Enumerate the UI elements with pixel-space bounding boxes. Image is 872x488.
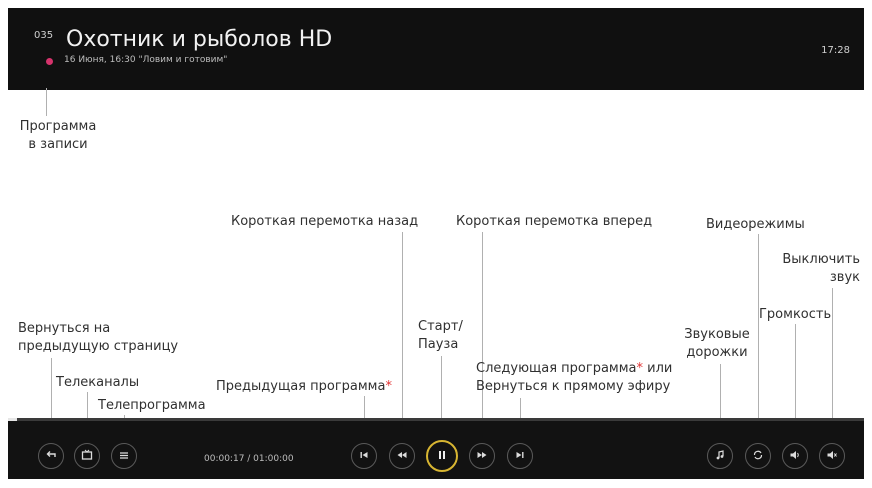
leader-line-rewind (402, 232, 403, 426)
annotation-audio-tracks: Звуковые дорожки (682, 326, 752, 362)
rewind-button[interactable] (389, 443, 415, 469)
mute-button[interactable] (819, 443, 845, 469)
clock: 17:28 (821, 45, 850, 56)
audio-track-icon (714, 449, 726, 464)
annotation-recorded-line2: в записи (28, 137, 88, 152)
channel-number: 035 (34, 30, 54, 41)
annotation-play-pause: Старт/ Пауза (418, 318, 463, 354)
progress-bar[interactable] (8, 418, 864, 421)
prev-program-button[interactable] (351, 443, 377, 469)
annotation-audio-line2: дорожки (686, 345, 748, 360)
channels-button[interactable] (74, 443, 100, 469)
annotation-next-program-line2: Вернуться к прямому эфиру (476, 379, 671, 394)
forward-button[interactable] (469, 443, 495, 469)
annotation-play-pause-line2: Пауза (418, 337, 459, 352)
annotation-volume: Громкость (759, 307, 832, 322)
epg-button[interactable] (111, 443, 137, 469)
leader-line-recorded (46, 88, 47, 116)
video-modes-button[interactable] (745, 443, 771, 469)
annotation-forward: Короткая перемотка вперед (456, 214, 653, 229)
annotation-channels: Телеканалы (56, 375, 140, 390)
annotation-epg: Телепрограмма (98, 398, 206, 413)
annotation-prev-program-text: Предыдущая программа (216, 379, 386, 394)
channel-info-bar: 035 Охотник и рыболов HD 16 Июня, 16:30 … (8, 8, 864, 90)
annotation-next-program-line1: Следующая программа (476, 361, 637, 376)
annotation-rewind: Короткая перемотка назад (231, 214, 419, 229)
annotation-back-line1: Вернуться на (18, 321, 111, 336)
leader-line-volume (795, 324, 796, 426)
annotation-mute-line2: звук (829, 270, 860, 285)
annotation-mute-line1: Выключить (782, 252, 860, 267)
annotation-audio-line1: Звуковые (684, 327, 750, 342)
leader-line-video (758, 234, 759, 426)
tv-icon (81, 449, 93, 464)
leader-line-forward (482, 232, 483, 426)
skip-next-icon (514, 449, 526, 464)
annotation-recorded: Программа в записи (6, 118, 110, 154)
annotation-prev-program: Предыдущая программа* (216, 378, 392, 396)
leader-line-mute (832, 288, 833, 426)
leader-line-play (441, 356, 442, 426)
volume-button[interactable] (782, 443, 808, 469)
progress-fill (8, 418, 17, 421)
volume-icon (789, 449, 801, 464)
audio-tracks-button[interactable] (707, 443, 733, 469)
fast-forward-icon (476, 449, 488, 464)
annotation-prev-asterisk: * (385, 379, 392, 394)
mute-icon (826, 449, 838, 464)
leader-line-back (51, 358, 52, 426)
back-icon (45, 449, 57, 464)
play-pause-button[interactable] (426, 440, 458, 472)
annotation-next-program: Следующая программа* или Вернуться к пря… (476, 360, 672, 396)
annotation-back-line2: предыдущую страницу (18, 339, 179, 354)
playback-time: 00:00:17 / 01:00:00 (204, 454, 294, 464)
video-mode-icon (752, 449, 764, 464)
annotation-mute: Выключить звук (780, 251, 860, 287)
pause-icon (436, 449, 448, 464)
annotation-play-pause-line1: Старт/ (418, 319, 463, 334)
next-program-button[interactable] (507, 443, 533, 469)
player-control-bar: 00:00:17 / 01:00:00 (8, 418, 864, 479)
guide-icon (118, 449, 130, 464)
annotation-video-modes: Видеорежимы (706, 217, 805, 232)
annotation-back: Вернуться на предыдущую страницу (18, 320, 178, 356)
leader-line-audio (720, 364, 721, 426)
skip-previous-icon (358, 449, 370, 464)
program-info: 16 Июня, 16:30 "Ловим и готовим" (64, 55, 228, 65)
annotation-next-or: или (643, 361, 673, 376)
recording-indicator-icon (46, 58, 53, 65)
channel-title: Охотник и рыболов HD (66, 27, 333, 52)
rewind-icon (396, 449, 408, 464)
back-button[interactable] (38, 443, 64, 469)
annotation-recorded-line1: Программа (19, 119, 97, 134)
